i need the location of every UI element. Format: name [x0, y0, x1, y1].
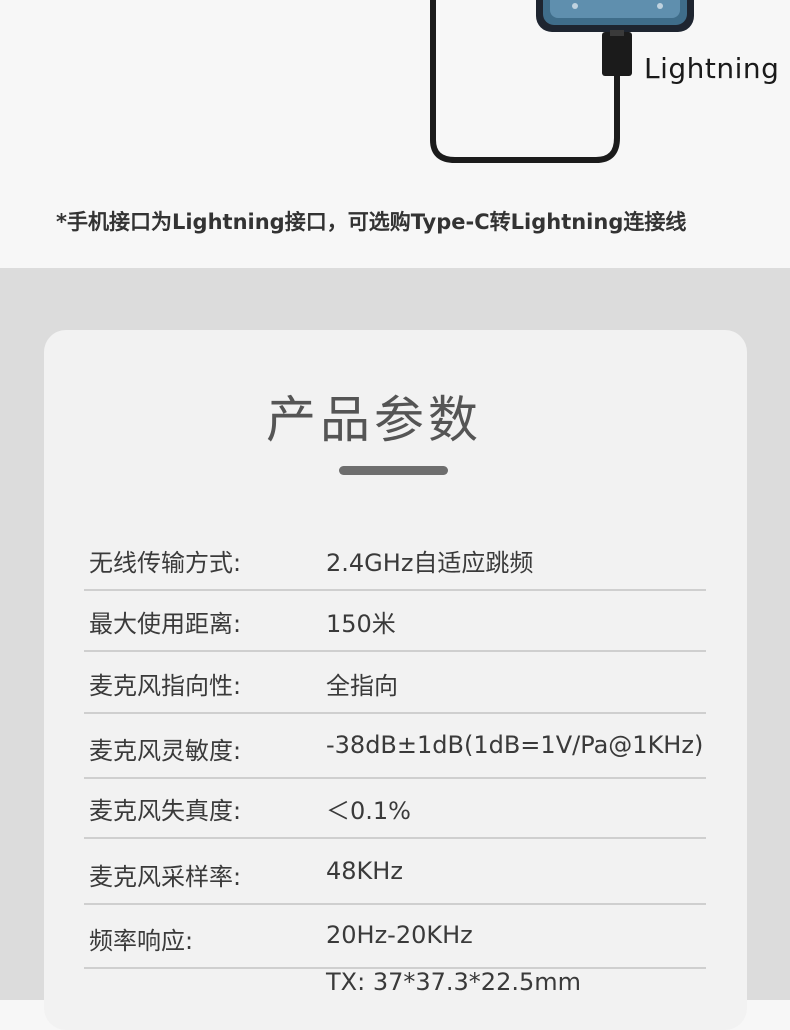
lightning-connector-icon [602, 30, 632, 76]
spec-row: 无线传输方式: 2.4GHz自适应跳频 [84, 529, 706, 591]
spec-value: 150米 [326, 610, 396, 638]
spec-label: 麦克风指向性: [89, 672, 242, 700]
lightning-cable-illustration [430, 0, 694, 163]
spec-value: -38dB±1dB(1dB=1V/Pa@1KHz) [326, 731, 704, 759]
spec-row: 最大使用距离: 150米 [84, 590, 706, 652]
spec-row: 麦克风采样率: 48KHz [84, 843, 706, 905]
product-illustration-section: Lightning *手机接口为Lightning接口，可选购Type-C转Li… [0, 0, 790, 268]
spec-row: 麦克风失真度: ＜0.1% [84, 777, 706, 839]
spec-value: TX: 37*37.3*22.5mm [326, 968, 581, 996]
spec-label: 麦克风灵敏度: [89, 737, 242, 765]
spec-title: 产品参数 [266, 391, 482, 449]
spec-label: 最大使用距离: [89, 610, 242, 638]
spec-row: 麦克风指向性: 全指向 [84, 652, 706, 714]
spec-value: 2.4GHz自适应跳频 [326, 549, 534, 577]
spec-value: ＜0.1% [326, 797, 411, 825]
phone-icon [536, 0, 694, 32]
row-divider [84, 837, 706, 839]
connector-note: *手机接口为Lightning接口，可选购Type-C转Lightning连接线 [56, 210, 687, 234]
spec-label: 频率响应: [89, 927, 194, 955]
row-divider [84, 903, 706, 905]
spec-label: 麦克风失真度: [89, 797, 242, 825]
row-divider [84, 712, 706, 714]
connector-label: Lightning [644, 52, 780, 85]
spec-row: 麦克风灵敏度: -38dB±1dB(1dB=1V/Pa@1KHz) [84, 717, 706, 779]
spec-value: 全指向 [326, 672, 398, 700]
spec-label: 麦克风采样率: [89, 863, 242, 891]
title-underline [339, 466, 448, 475]
spec-value: 48KHz [326, 857, 403, 885]
spec-row: TX: 37*37.3*22.5mm [84, 958, 706, 1000]
spec-label: 无线传输方式: [89, 549, 242, 577]
spec-value: 20Hz-20KHz [326, 921, 473, 949]
